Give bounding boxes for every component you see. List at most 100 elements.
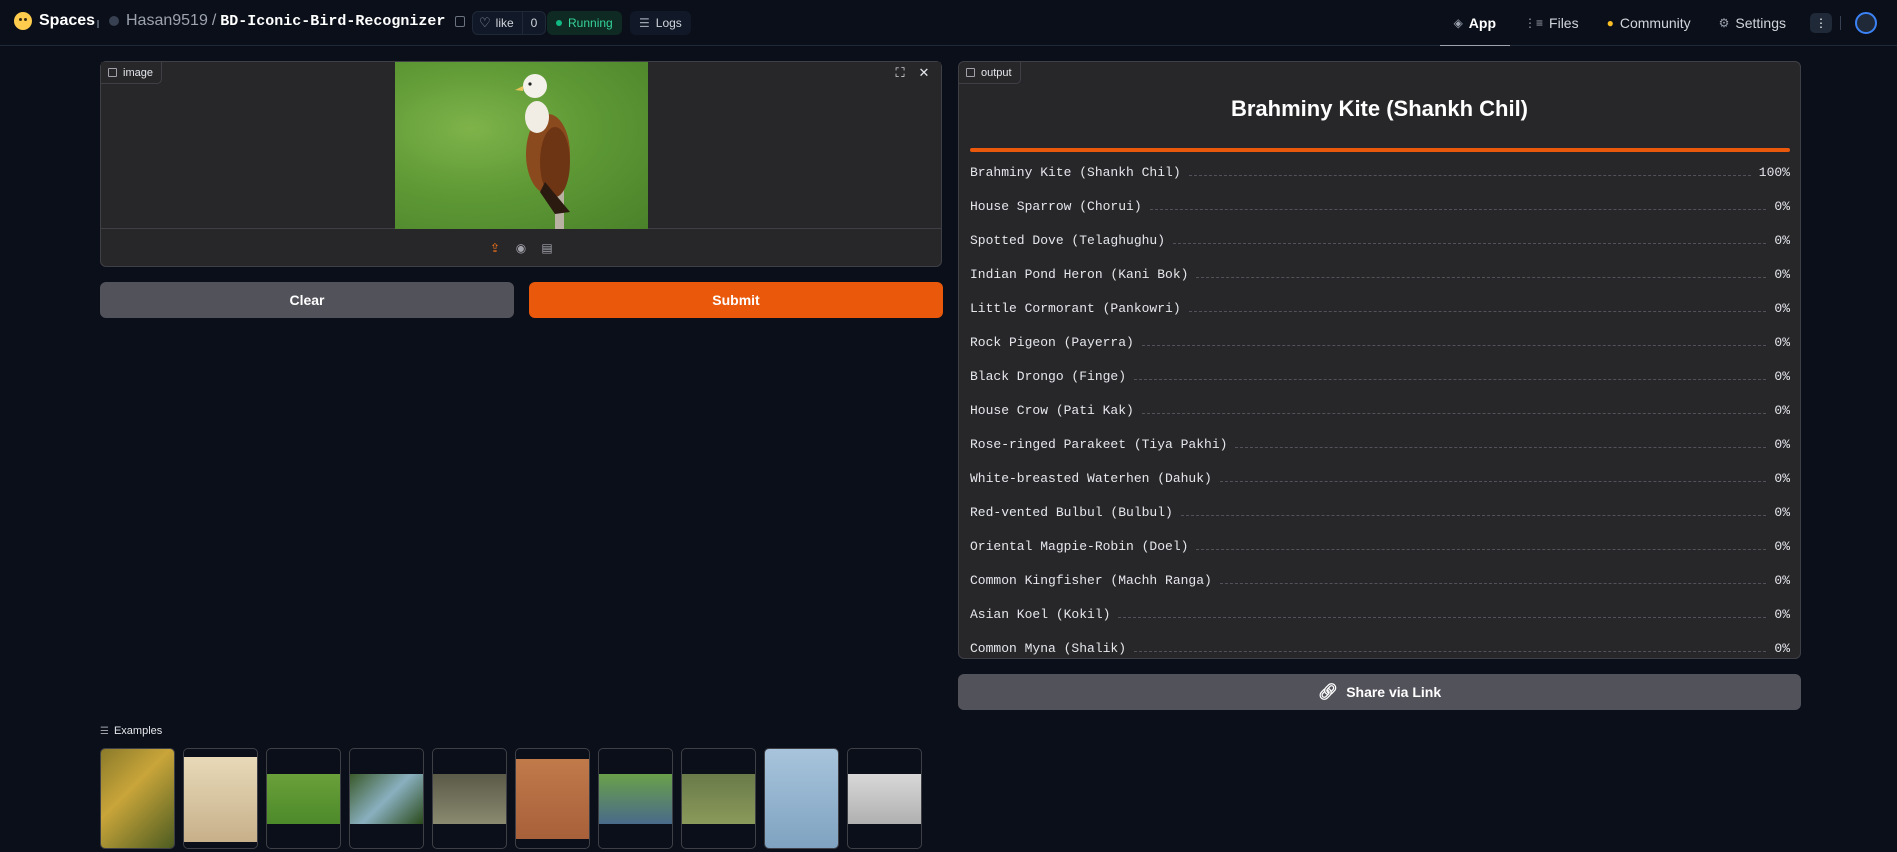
confidence-row: Black Drongo (Finge) 0% — [970, 359, 1790, 393]
dotted-leader — [1180, 514, 1767, 516]
tab-community[interactable]: ● Community — [1593, 0, 1705, 46]
class-label: Black Drongo (Finge) — [970, 368, 1127, 384]
clear-button[interactable]: Clear — [100, 282, 514, 318]
example-thumbnail-kingfisher[interactable] — [349, 748, 424, 849]
more-options-button[interactable]: ⋮ — [1810, 13, 1832, 33]
owner-link[interactable]: Hasan9519 — [126, 12, 208, 30]
like-label: like — [495, 16, 514, 30]
confidence-row: Common Kingfisher (Machh Ranga) 0% — [970, 563, 1790, 597]
class-label: Red-vented Bulbul (Bulbul) — [970, 504, 1173, 520]
image-icon — [108, 68, 117, 77]
example-thumbnail-drongo[interactable] — [183, 748, 258, 849]
output-label-text: output — [981, 66, 1012, 79]
class-confidence: 0% — [1774, 504, 1790, 520]
dotted-leader — [1141, 344, 1767, 346]
class-confidence: 0% — [1774, 402, 1790, 418]
divider — [97, 20, 99, 28]
label-icon — [966, 68, 975, 77]
list-icon: ☰ — [100, 725, 109, 737]
class-label: Little Cormorant (Pankowri) — [970, 300, 1181, 316]
copy-icon[interactable] — [455, 15, 466, 27]
submit-button[interactable]: Submit — [529, 282, 943, 318]
image-source-selector: ⇪ ◉ ▤ — [101, 230, 941, 266]
confidence-row: Little Cormorant (Pankowri) 0% — [970, 291, 1790, 325]
class-confidence: 0% — [1774, 232, 1790, 248]
top-navigation-bar: Spaces Hasan9519 / BD-Iconic-Bird-Recogn… — [0, 0, 1897, 46]
class-confidence: 0% — [1774, 606, 1790, 622]
example-thumbnail-kite[interactable] — [266, 748, 341, 849]
example-image — [599, 774, 672, 824]
examples-label: Examples — [113, 725, 163, 737]
fullscreen-icon[interactable]: ⛶ — [891, 64, 909, 82]
dotted-leader — [1141, 412, 1767, 414]
examples-gallery — [100, 748, 922, 849]
image-input-label: image — [101, 62, 162, 84]
class-label: Rose-ringed Parakeet (Tiya Pakhi) — [970, 436, 1228, 452]
brahminy-kite-picture — [515, 74, 570, 229]
class-label: Asian Koel (Kokil) — [970, 606, 1111, 622]
spaces-logo[interactable]: Spaces — [14, 12, 95, 30]
tab-files[interactable]: ⋮≡ Files — [1510, 0, 1593, 46]
webcam-icon[interactable]: ◉ — [513, 240, 529, 256]
tab-label: Community — [1619, 15, 1691, 31]
logs-button[interactable]: ☰ Logs — [630, 11, 691, 35]
example-thumbnail-crow[interactable] — [515, 748, 590, 849]
example-thumbnail-heron[interactable] — [681, 748, 756, 849]
tab-label: Files — [1549, 15, 1579, 31]
tab-label: App — [1468, 15, 1497, 31]
class-confidence: 0% — [1774, 198, 1790, 214]
tab-label: Settings — [1735, 15, 1786, 31]
class-label: White-breasted Waterhen (Dahuk) — [970, 470, 1212, 486]
dotted-leader — [1188, 174, 1751, 176]
hugging-face-icon — [14, 12, 32, 30]
like-button[interactable]: ♡ like 0 — [472, 11, 547, 35]
class-label: House Crow (Pati Kak) — [970, 402, 1134, 418]
confidence-row: Red-vented Bulbul (Bulbul) 0% — [970, 495, 1790, 529]
image-tools: ⛶ ✕ — [891, 64, 933, 82]
status-badge[interactable]: Running — [547, 11, 622, 35]
logs-icon: ☰ — [639, 16, 650, 30]
output-label: output — [959, 62, 1021, 84]
confidence-row: Asian Koel (Kokil) 0% — [970, 597, 1790, 631]
avatar[interactable] — [1855, 12, 1877, 34]
confidence-row: Brahminy Kite (Shankh Chil) 100% — [970, 155, 1790, 189]
like-count: 0 — [530, 16, 538, 30]
dotted-leader — [1188, 310, 1767, 312]
example-thumbnail-cormorant[interactable] — [764, 748, 839, 849]
example-image — [184, 757, 257, 842]
tab-settings[interactable]: ⚙ Settings — [1705, 0, 1800, 46]
example-thumbnail-magpie-robin[interactable] — [847, 748, 922, 849]
class-label: Rock Pigeon (Payerra) — [970, 334, 1134, 350]
class-label: Oriental Magpie-Robin (Doel) — [970, 538, 1189, 554]
clipboard-icon[interactable]: ▤ — [539, 240, 555, 256]
examples-header: ☰ Examples — [100, 725, 162, 737]
close-icon[interactable]: ✕ — [915, 64, 933, 82]
dotted-leader — [1235, 446, 1767, 448]
example-image — [682, 774, 755, 824]
confidence-row: Oriental Magpie-Robin (Doel) 0% — [970, 529, 1790, 563]
repo-name-link[interactable]: BD-Iconic-Bird-Recognizer — [220, 13, 445, 30]
dotted-leader — [1118, 616, 1767, 618]
heart-icon: ♡ — [479, 15, 491, 30]
example-thumbnail-myna[interactable] — [432, 748, 507, 849]
example-image — [267, 774, 340, 824]
class-confidence: 0% — [1774, 470, 1790, 486]
gear-icon: ⚙ — [1718, 16, 1730, 30]
class-confidence: 0% — [1774, 300, 1790, 316]
output-panel: output Brahminy Kite (Shankh Chil) Brahm… — [958, 61, 1801, 659]
status-dot-icon — [556, 20, 562, 26]
upload-icon[interactable]: ⇪ — [487, 240, 503, 256]
tab-app[interactable]: ◈ App — [1439, 0, 1511, 46]
example-image — [848, 774, 921, 824]
class-confidence: 0% — [1774, 572, 1790, 588]
dotted-leader — [1219, 582, 1767, 584]
example-thumbnail-koel[interactable] — [100, 748, 175, 849]
confidence-row: Rose-ringed Parakeet (Tiya Pakhi) 0% — [970, 427, 1790, 461]
share-via-link-button[interactable]: 🔗︎ Share via Link — [958, 674, 1801, 710]
spaces-label: Spaces — [39, 12, 96, 29]
dotted-leader — [1173, 242, 1767, 244]
class-confidence: 100% — [1758, 164, 1790, 180]
example-image — [350, 774, 423, 824]
example-thumbnail-sparrow[interactable] — [598, 748, 673, 849]
confidence-list: Brahminy Kite (Shankh Chil) 100% House Spa… — [970, 155, 1790, 665]
